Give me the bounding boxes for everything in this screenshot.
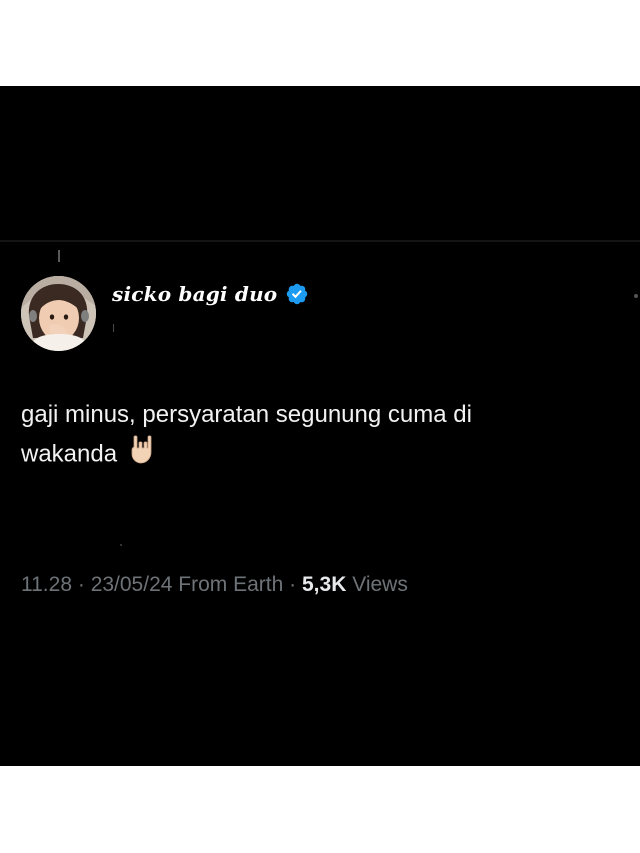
thread-line-icon: [58, 250, 60, 262]
tweet-header: sicko bagi duo: [112, 282, 309, 306]
views-label: Views: [352, 573, 408, 596]
display-name[interactable]: sicko bagi duo: [112, 282, 277, 306]
tweet-text-line-2-word: wakanda: [21, 440, 118, 468]
tweet-meta: 11.28 · 23/05/24 From Earth · 5,3K Views: [21, 573, 408, 597]
tweet-text-line-2: wakanda: [21, 434, 611, 476]
tweet-screenshot-frame: sicko bagi duo gaji minus, persyaratan s…: [0, 86, 640, 766]
tweet-time[interactable]: 11.28: [21, 573, 72, 596]
views-count[interactable]: 5,3K: [302, 573, 346, 596]
tweet-text-line-1: gaji minus, persyaratan segunung cuma di: [21, 401, 472, 428]
speck: [120, 544, 122, 546]
tweet-text: gaji minus, persyaratan segunung cuma di…: [21, 396, 611, 476]
verified-badge-icon: [287, 283, 308, 305]
tweet-source: From Earth: [178, 573, 284, 596]
meta-separator-2: ·: [289, 573, 297, 596]
thread-line-small-icon: [113, 324, 114, 332]
tweet-date[interactable]: 23/05/24: [91, 573, 173, 596]
meta-separator-1: ·: [77, 573, 85, 596]
divider: [0, 240, 640, 242]
more-dot-icon: [634, 294, 638, 298]
rock-on-hand-icon: [128, 434, 156, 476]
avatar[interactable]: [21, 276, 96, 351]
